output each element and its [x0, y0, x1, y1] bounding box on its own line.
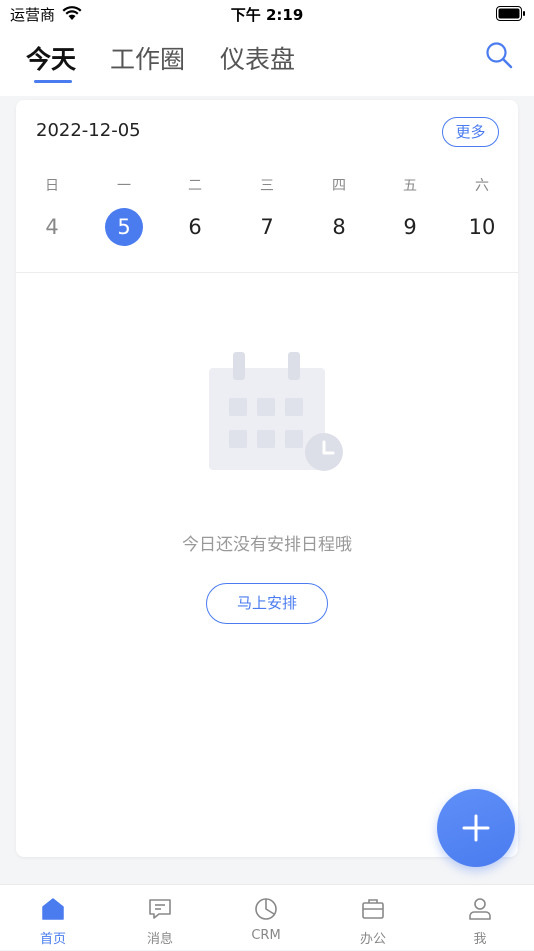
tabbar-item-me[interactable]: 我: [427, 885, 533, 951]
day-cell[interactable]: 4: [33, 208, 71, 246]
schedule-card: 2022-12-05 更多 日 一 二 三 四 五 六 4 5 6 7 8 9 …: [16, 100, 518, 857]
day-cell[interactable]: 9: [391, 208, 429, 246]
tabbar-item-office[interactable]: 办公: [320, 885, 426, 951]
weekday-label: 一: [117, 178, 131, 194]
divider: [16, 272, 518, 273]
tabbar-item-crm[interactable]: CRM: [213, 885, 319, 951]
weekday-label: 二: [188, 178, 202, 194]
status-bar: 运营商 下午 2:19: [0, 0, 534, 30]
more-button[interactable]: 更多: [442, 117, 499, 147]
home-icon: [42, 898, 64, 920]
user-icon: [469, 898, 491, 920]
day-cell-selected[interactable]: 5: [105, 208, 143, 246]
empty-message: 今日还没有安排日程哦: [182, 535, 352, 555]
tab-dashboard[interactable]: 仪表盘: [220, 40, 295, 76]
search-icon[interactable]: [484, 40, 514, 70]
add-schedule-button[interactable]: [437, 789, 515, 867]
briefcase-icon: [362, 899, 384, 919]
current-date: 2022-12-05: [36, 120, 141, 141]
pie-chart-icon: [255, 898, 277, 920]
bottom-tab-bar: 首页 消息 CRM 办公 我: [0, 884, 534, 950]
tab-work-circle[interactable]: 工作圈: [110, 40, 185, 76]
active-tab-indicator: [34, 80, 72, 83]
tab-today[interactable]: 今天: [26, 40, 76, 76]
schedule-now-button[interactable]: 马上安排: [206, 583, 328, 624]
day-cell[interactable]: 10: [463, 208, 501, 246]
day-cell[interactable]: 6: [176, 208, 214, 246]
tabbar-label: 办公: [359, 932, 386, 947]
calendar-empty-icon: [209, 352, 343, 471]
weekday-label: 五: [403, 178, 417, 194]
tabbar-label: CRM: [251, 928, 281, 943]
day-cell[interactable]: 8: [320, 208, 358, 246]
weekday-label: 六: [475, 178, 489, 194]
weekday-label: 四: [332, 178, 346, 194]
weekday-label: 日: [45, 178, 59, 194]
status-time: 下午 2:19: [230, 6, 304, 24]
plus-icon: [462, 814, 490, 842]
weekday-row: 日 一 二 三 四 五 六: [16, 175, 518, 195]
tabbar-item-messages[interactable]: 消息: [107, 885, 213, 951]
day-cell[interactable]: 7: [248, 208, 286, 246]
weekday-label: 三: [260, 178, 274, 194]
tabbar-label: 消息: [146, 932, 173, 947]
battery-icon: [496, 6, 525, 21]
message-icon: [149, 899, 171, 919]
day-row: 4 5 6 7 8 9 10: [16, 208, 518, 248]
tabbar-item-home[interactable]: 首页: [0, 885, 106, 951]
tabbar-label: 首页: [39, 932, 66, 947]
tabbar-label: 我: [473, 932, 487, 947]
header: 今天 工作圈 仪表盘: [0, 30, 534, 96]
